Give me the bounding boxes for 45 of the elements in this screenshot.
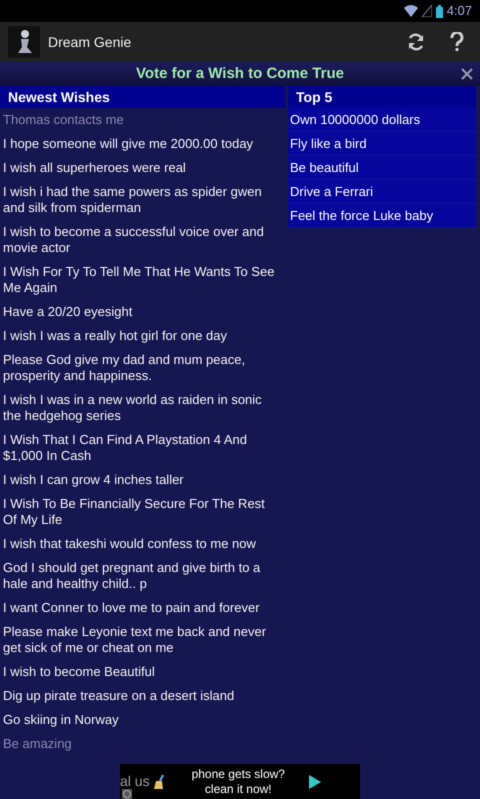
wish-item[interactable]: Go skiing in Norway <box>0 708 285 732</box>
top-wish-item[interactable]: Drive a Ferrari <box>288 180 476 204</box>
status-time: 4:07 <box>446 2 472 20</box>
wish-item[interactable]: I Wish That I Can Find A Playstation 4 And $1,000 In Cash <box>0 428 285 468</box>
wish-item[interactable]: I Wish For Ty To Tell Me That He Wants To See Me Again <box>0 260 285 300</box>
banner-title: Vote for a Wish to Come True <box>136 64 344 84</box>
refresh-icon[interactable] <box>406 32 426 52</box>
wish-item[interactable]: I wish that takeshi would confess to me now <box>0 532 285 556</box>
column-heading: Top 5 <box>288 86 476 108</box>
wish-item[interactable]: I hope someone will give me 2000.00 today <box>0 132 285 156</box>
wish-item[interactable]: Be amazing <box>0 732 285 756</box>
battery-icon <box>436 4 443 18</box>
play-icon <box>308 774 321 788</box>
wish-item[interactable]: I wish I was a really hot girl for one day <box>0 324 285 348</box>
top-wish-item[interactable]: Feel the force Luke baby <box>288 204 476 228</box>
wish-item[interactable]: Please God give my dad and mum peace, prosperity and happiness. <box>0 348 285 388</box>
top-wish-item[interactable]: Fly like a bird <box>288 132 476 156</box>
ad-text: clean it now! <box>204 782 273 796</box>
wish-item[interactable]: Have a 20/20 eyesight <box>0 300 285 324</box>
info-icon[interactable] <box>122 789 132 799</box>
ad-brand-text: al us <box>120 774 150 789</box>
wish-item[interactable]: I wish I can grow 4 inches taller <box>0 468 285 492</box>
help-icon[interactable] <box>450 32 464 52</box>
wish-item[interactable]: Thomas contacts me <box>0 108 285 132</box>
wish-item[interactable]: Please make Leyonie text me back and never get sick of me or cheat on me <box>0 620 285 660</box>
app-title: Dream Genie <box>48 32 132 52</box>
top-wish-item[interactable]: Own 10000000 dollars <box>288 108 476 132</box>
signal-icon <box>422 5 432 17</box>
ad-banner[interactable]: al us phone gets slow? clean it now! <box>120 764 360 799</box>
wish-item[interactable]: I wish I was in a new world as raiden in sonic the hedgehog series <box>0 388 285 428</box>
wish-item[interactable]: I wish i had the same powers as spider gwen and silk from spiderman <box>0 180 285 220</box>
app-logo-icon[interactable] <box>8 26 40 58</box>
column-heading: Newest Wishes <box>0 86 285 108</box>
wish-item[interactable]: I wish to become a successful voice over and movie actor <box>0 220 285 260</box>
wish-item[interactable]: I want Conner to love me to pain and forever <box>0 596 285 620</box>
wifi-icon <box>404 5 418 17</box>
ad-text: phone gets slow? <box>192 766 285 782</box>
wish-item[interactable]: God I should get pregnant and give birth to a hale and healthy child.. p <box>0 556 285 596</box>
wish-item[interactable]: I wish all superheroes were real <box>0 156 285 180</box>
wish-item[interactable]: Dig up pirate treasure on a desert island <box>0 684 285 708</box>
top-wish-item[interactable]: Be beautiful <box>288 156 476 180</box>
broom-icon <box>152 774 164 788</box>
close-icon[interactable] <box>461 68 473 80</box>
wish-item[interactable]: I Wish To Be Financially Secure For The Rest Of My Life <box>0 492 285 532</box>
wish-item[interactable]: I wish to become Beautiful <box>0 660 285 684</box>
